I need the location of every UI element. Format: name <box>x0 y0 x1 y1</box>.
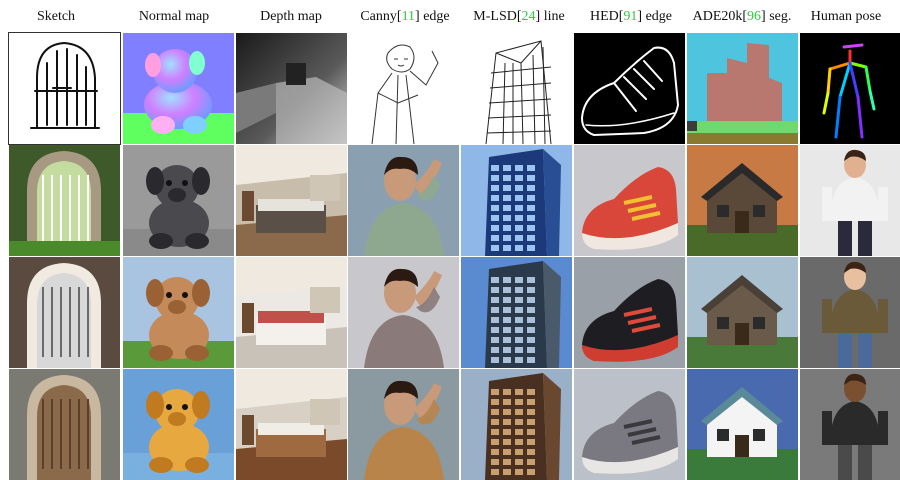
tile-black-sneaker <box>574 257 685 368</box>
tile-image <box>687 145 798 256</box>
tile-image <box>348 33 459 144</box>
tile-image <box>123 145 234 256</box>
header-human-pose: Human pose <box>810 9 882 24</box>
tile-image <box>461 33 572 144</box>
tile-old-stone-house <box>687 257 798 368</box>
tile-white-bedroom <box>236 257 347 368</box>
tile-image <box>461 145 572 256</box>
tile-garden-arch-gate <box>9 145 120 256</box>
tile-modern-house <box>687 369 798 480</box>
tile-image <box>9 145 120 256</box>
tile-ade-seg-house <box>687 33 798 144</box>
header-normal-map: Normal map <box>138 9 210 24</box>
tile-image <box>123 33 234 144</box>
figure: Sketch Normal map Depth map Canny[11] ed… <box>0 0 900 480</box>
tile-image <box>574 145 685 256</box>
tile-image <box>348 369 459 480</box>
tile-image <box>574 257 685 368</box>
header-sketch: Sketch <box>36 9 76 24</box>
citation-link[interactable]: 91 <box>623 9 637 24</box>
tile-hed-sneaker <box>574 33 685 144</box>
tile-image <box>800 369 900 480</box>
tile-image <box>461 257 572 368</box>
tile-office-tower <box>461 257 572 368</box>
tile-man-gray-shirt <box>348 257 459 368</box>
tile-image <box>236 369 347 480</box>
tile-glass-tower <box>461 145 572 256</box>
tile-wooden-arched-door <box>9 369 120 480</box>
tile-image <box>800 33 900 144</box>
tile-mlsd-building <box>461 33 572 144</box>
tile-image <box>236 257 347 368</box>
header-canny-edge: Canny[11] edge <box>360 9 450 24</box>
tile-image <box>236 33 347 144</box>
tile-image <box>348 257 459 368</box>
tile-image <box>9 369 120 480</box>
tile-tan-teddy <box>123 257 234 368</box>
tile-boy-walking <box>800 257 900 368</box>
tile-image <box>9 257 120 368</box>
tile-image <box>236 145 347 256</box>
tile-wood-bedroom <box>236 369 347 480</box>
header-mlsd-line: M-LSD[24] line <box>473 9 565 24</box>
tile-red-sneaker <box>574 145 685 256</box>
header-hed-edge: HED[91] edge <box>589 9 673 24</box>
tile-man-in-coat <box>800 369 900 480</box>
tile-pose-skeleton <box>800 33 900 144</box>
tile-yellow-teddy <box>123 369 234 480</box>
tile-bedroom-interior <box>236 145 347 256</box>
tile-image <box>574 33 685 144</box>
tile-image <box>123 257 234 368</box>
tile-woman-white-blazer <box>800 145 900 256</box>
tile-image <box>461 369 572 480</box>
tile-image <box>800 145 900 256</box>
tile-depth-map-room <box>236 33 347 144</box>
tile-image <box>348 145 459 256</box>
tile-image <box>687 369 798 480</box>
header-depth-map: Depth map <box>260 9 322 24</box>
citation-link[interactable]: 11 <box>402 9 415 24</box>
header-ade20k-seg: ADE20k[96] seg. <box>692 9 792 24</box>
tile-man-brown-shirt <box>348 369 459 480</box>
column-header-row: Sketch Normal map Depth map Canny[11] ed… <box>0 0 900 33</box>
tile-man-green-shirt <box>348 145 459 256</box>
tile-sketch-arch-window <box>8 32 121 145</box>
tile-stone-cottage <box>687 145 798 256</box>
tile-gray-teddy <box>123 145 234 256</box>
tile-image <box>574 369 685 480</box>
tile-image <box>800 257 900 368</box>
tile-image <box>123 369 234 480</box>
tile-image <box>687 257 798 368</box>
tile-image <box>9 33 120 144</box>
citation-link[interactable]: 24 <box>522 9 536 24</box>
tile-canny-man <box>348 33 459 144</box>
tile-normal-map-teddy <box>123 33 234 144</box>
tile-arched-window <box>9 257 120 368</box>
citation-link[interactable]: 96 <box>747 9 761 24</box>
tile-gray-sneaker <box>574 369 685 480</box>
tile-brick-tower <box>461 369 572 480</box>
tile-image <box>687 33 798 144</box>
